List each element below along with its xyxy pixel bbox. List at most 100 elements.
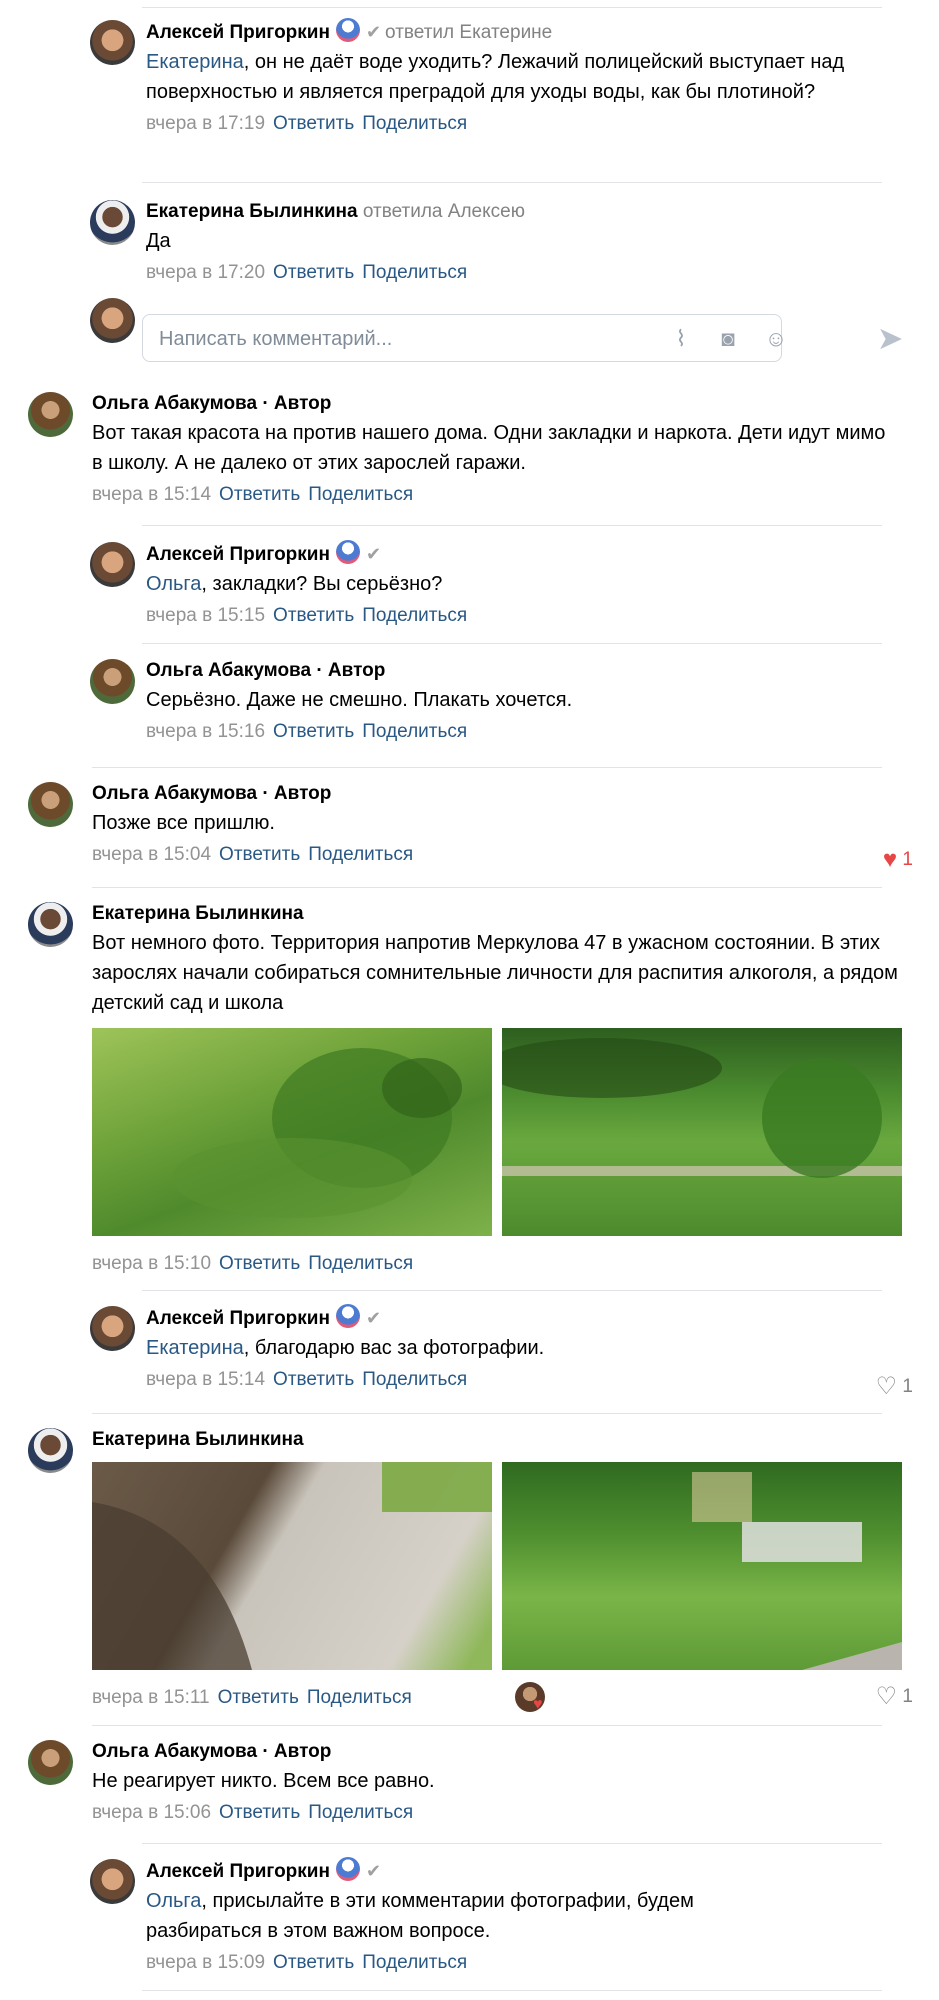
avatar[interactable] xyxy=(28,782,73,827)
photo-greenery xyxy=(692,1472,902,1670)
mention-link[interactable]: Ольга xyxy=(146,573,201,595)
author-name[interactable]: Екатерина Былинкина xyxy=(146,201,358,222)
reply-button[interactable]: Ответить xyxy=(218,1687,299,1708)
avatar[interactable] xyxy=(28,1740,73,1785)
author-name[interactable]: Ольга Абакумова · Автор xyxy=(92,1741,331,1762)
badge-icon xyxy=(335,1857,360,1881)
author-name[interactable]: Алексей Пригоркин xyxy=(146,22,330,43)
avatar[interactable] xyxy=(28,392,73,437)
timestamp[interactable]: вчера в 15:09 xyxy=(146,1952,265,1973)
share-button[interactable]: Поделиться xyxy=(308,844,413,865)
avatar[interactable] xyxy=(90,542,135,587)
comment-text: Серьёзно. Даже не смешно. Плакать хочетс… xyxy=(146,689,573,711)
comment-input[interactable] xyxy=(159,325,639,353)
share-button[interactable]: Поделиться xyxy=(362,721,467,742)
reply-button[interactable]: Ответить xyxy=(273,605,354,626)
comment-text: Вот такая красота на против нашего дома.… xyxy=(92,422,886,474)
reply-button[interactable]: Ответить xyxy=(273,721,354,742)
share-button[interactable]: Поделиться xyxy=(362,605,467,626)
separator xyxy=(142,7,882,8)
share-button[interactable]: Поделиться xyxy=(362,1369,467,1390)
reply-button[interactable]: Ответить xyxy=(273,262,354,283)
paperclip-icon[interactable]: ⌇ xyxy=(668,326,694,352)
timestamp[interactable]: вчера в 15:16 xyxy=(146,721,265,742)
timestamp[interactable]: вчера в 17:20 xyxy=(146,262,265,283)
like-button[interactable]: ♡ 1 xyxy=(876,1372,913,1401)
avatar[interactable] xyxy=(90,1306,135,1351)
share-button[interactable]: Поделиться xyxy=(308,1253,413,1274)
photo[interactable] xyxy=(482,1028,902,1236)
share-button[interactable]: Поделиться xyxy=(308,1802,413,1823)
share-button[interactable]: Поделиться xyxy=(362,262,467,283)
author-name[interactable]: Алексей Пригоркин xyxy=(146,544,330,565)
comment-text: Позже все пришлю. xyxy=(92,812,275,834)
photo-dirt-path xyxy=(92,1462,492,1670)
separator xyxy=(142,643,882,644)
timestamp[interactable]: вчера в 15:14 xyxy=(92,484,211,505)
like-button[interactable]: ♡ 1 xyxy=(876,1682,913,1711)
mention-link[interactable]: Ольга xyxy=(146,1890,201,1912)
replied-to[interactable]: ответила Алексею xyxy=(363,201,525,222)
avatar[interactable] xyxy=(90,1859,135,1904)
separator xyxy=(142,1843,882,1844)
separator xyxy=(142,182,882,183)
share-button[interactable]: Поделиться xyxy=(362,113,467,134)
photo[interactable] xyxy=(92,1028,492,1236)
reply-button[interactable]: Ответить xyxy=(273,1952,354,1973)
share-button[interactable]: Поделиться xyxy=(307,1687,412,1708)
avatar[interactable] xyxy=(90,20,135,65)
timestamp[interactable]: вчера в 15:06 xyxy=(92,1802,211,1823)
comments-feed: Алексей Пригоркин ✔ ответил Екатерине Екат… xyxy=(0,0,939,2000)
reply-button[interactable]: Ответить xyxy=(273,113,354,134)
comment-text: Екатерина, благодарю вас за фотографии. xyxy=(146,1337,545,1359)
avatar[interactable] xyxy=(28,902,73,947)
badge-icon xyxy=(335,1304,360,1328)
comment-text: Вот немного фото. Территория напротив Ме… xyxy=(92,932,898,1014)
photo[interactable] xyxy=(502,1462,902,1670)
separator xyxy=(142,525,882,526)
timestamp[interactable]: вчера в 15:14 xyxy=(146,1369,265,1390)
author-name[interactable]: Екатерина Былинкина xyxy=(92,903,304,924)
heart-icon: ♡ xyxy=(875,1683,898,1710)
reactor-avatar[interactable]: ♥ xyxy=(515,1682,547,1714)
author-name[interactable]: Ольга Абакумова · Автор xyxy=(92,783,331,804)
timestamp[interactable]: вчера в 15:10 xyxy=(92,1253,211,1274)
reply-button[interactable]: Ответить xyxy=(219,484,300,505)
author-name[interactable]: Ольга Абакумова · Автор xyxy=(146,660,385,681)
comment-composer[interactable]: ⌇ ◙ ☺ xyxy=(142,314,787,362)
author-name[interactable]: Алексей Пригоркин xyxy=(146,1308,330,1329)
comment-text: Ольга, присылайте в эти комментарии фото… xyxy=(146,1890,694,1942)
send-icon[interactable]: ➤ xyxy=(872,320,908,356)
checkmark-icon: ✔ xyxy=(365,1308,382,1328)
avatar[interactable] xyxy=(90,659,135,704)
avatar[interactable] xyxy=(90,200,135,245)
author-name[interactable]: Алексей Пригоркин xyxy=(146,1861,330,1882)
composer-avatar xyxy=(90,298,135,343)
mention-link[interactable]: Екатерина xyxy=(146,51,244,73)
like-button[interactable]: ♥ 1 xyxy=(883,846,913,874)
timestamp[interactable]: вчера в 15:04 xyxy=(92,844,211,865)
timestamp[interactable]: вчера в 15:15 xyxy=(146,605,265,626)
badge-icon xyxy=(335,18,360,42)
badge-icon xyxy=(335,540,360,564)
reply-button[interactable]: Ответить xyxy=(273,1369,354,1390)
replied-to[interactable]: ответил Екатерине xyxy=(385,22,552,43)
comment-text: Да xyxy=(146,230,171,252)
author-name[interactable]: Екатерина Былинкина xyxy=(92,1429,304,1450)
camera-icon[interactable]: ◙ xyxy=(715,326,741,352)
reply-button[interactable]: Ответить xyxy=(219,1802,300,1823)
separator xyxy=(92,767,882,768)
timestamp[interactable]: вчера в 15:11 xyxy=(92,1687,210,1708)
reply-button[interactable]: Ответить xyxy=(219,1253,300,1274)
reply-button[interactable]: Ответить xyxy=(219,844,300,865)
photo-foliage xyxy=(482,1038,902,1178)
smile-icon[interactable]: ☺ xyxy=(763,326,789,352)
timestamp[interactable]: вчера в 17:19 xyxy=(146,113,265,134)
mention-link[interactable]: Екатерина xyxy=(146,1337,244,1359)
photo[interactable] xyxy=(92,1462,492,1670)
heart-icon: ♥ xyxy=(533,1696,543,1713)
avatar[interactable] xyxy=(28,1428,73,1473)
share-button[interactable]: Поделиться xyxy=(362,1952,467,1973)
share-button[interactable]: Поделиться xyxy=(308,484,413,505)
author-name[interactable]: Ольга Абакумова · Автор xyxy=(92,393,331,414)
